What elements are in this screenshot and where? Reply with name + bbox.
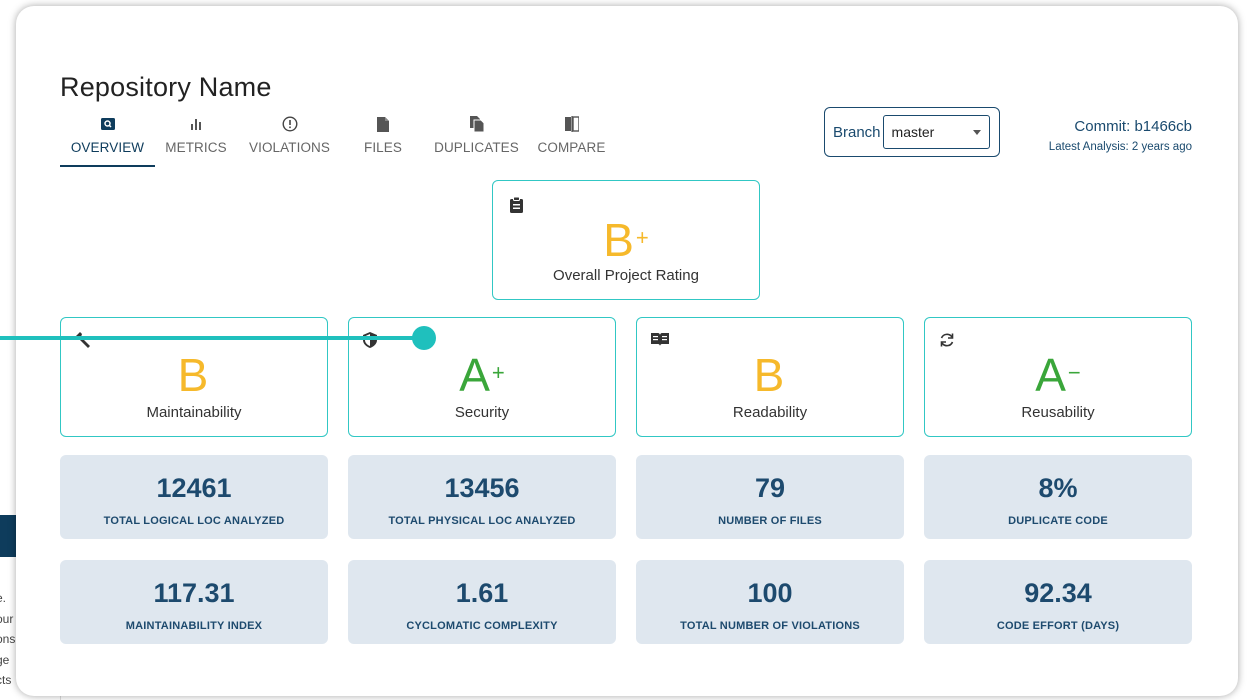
metric-card-violations: 100 TOTAL NUMBER OF VIOLATIONS bbox=[636, 560, 904, 644]
tab-label: METRICS bbox=[165, 140, 227, 155]
overall-rating-card: B+ Overall Project Rating bbox=[492, 180, 760, 300]
grade-modifier: + bbox=[491, 360, 505, 385]
metric-value: 12461 bbox=[156, 473, 232, 503]
branch-selector: Branch master bbox=[824, 107, 1000, 157]
tab-violations[interactable]: VIOLATIONS bbox=[237, 114, 342, 167]
alert-circle-icon bbox=[281, 114, 298, 134]
compare-icon bbox=[564, 114, 579, 134]
metric-label: CODE EFFORT (DAYS) bbox=[996, 620, 1120, 632]
metric-value: 92.34 bbox=[1024, 578, 1092, 608]
grade-modifier: − bbox=[1067, 360, 1081, 385]
grade-letter: B bbox=[753, 349, 785, 401]
tab-files[interactable]: FILES bbox=[342, 114, 424, 167]
overall-rating-label: Overall Project Rating bbox=[553, 267, 699, 284]
branch-value: master bbox=[891, 124, 935, 140]
grade-letter: A bbox=[1035, 349, 1066, 401]
metric-card-cyclomatic-complexity: 1.61 CYCLOMATIC COMPLEXITY bbox=[348, 560, 616, 644]
rating-label: Reusability bbox=[1021, 404, 1095, 421]
chevron-down-icon bbox=[972, 129, 981, 135]
metric-label: TOTAL PHYSICAL LOC ANALYZED bbox=[388, 515, 576, 527]
metric-value: 1.61 bbox=[455, 578, 509, 608]
grade: B bbox=[637, 352, 903, 398]
rating-label: Security bbox=[454, 404, 510, 421]
rating-card-security: A+ Security bbox=[348, 317, 616, 437]
metric-value: 8% bbox=[1038, 473, 1078, 503]
commit-hash: b1466cb bbox=[1134, 118, 1192, 135]
rating-card-readability: B Readability bbox=[636, 317, 904, 437]
metric-card-maintainability-index: 117.31 MAINTAINABILITY INDEX bbox=[60, 560, 328, 644]
grade: A+ bbox=[349, 352, 615, 398]
metric-card-duplicate-code: 8% DUPLICATE CODE bbox=[924, 455, 1192, 539]
file-icon bbox=[377, 114, 389, 134]
metric-value: 117.31 bbox=[153, 578, 235, 608]
rating-label: Maintainability bbox=[146, 404, 242, 421]
tab-overview[interactable]: OVERVIEW bbox=[60, 114, 155, 167]
tab-label: COMPARE bbox=[537, 140, 606, 155]
branch-dropdown[interactable]: master bbox=[882, 115, 990, 149]
tab-compare[interactable]: COMPARE bbox=[529, 114, 614, 167]
commit-info: Commit: b1466cb Latest Analysis: 2 years… bbox=[1049, 118, 1192, 153]
metric-label: MAINTAINABILITY INDEX bbox=[125, 620, 263, 632]
tab-label: OVERVIEW bbox=[70, 140, 145, 155]
metric-label: TOTAL NUMBER OF VIOLATIONS bbox=[680, 620, 860, 632]
rating-card-reusability: A− Reusability bbox=[924, 317, 1192, 437]
annotation-pointer-dot bbox=[412, 326, 436, 350]
metric-card-logical-loc: 12461 TOTAL LOGICAL LOC ANALYZED bbox=[60, 455, 328, 539]
overall-grade: B+ bbox=[493, 217, 759, 263]
tab-label: DUPLICATES bbox=[434, 140, 519, 155]
background-panel-header bbox=[0, 515, 16, 557]
commit-label: Commit: bbox=[1074, 118, 1131, 135]
grade-letter: A bbox=[459, 349, 490, 401]
book-icon bbox=[651, 332, 669, 351]
metric-label: NUMBER OF FILES bbox=[718, 515, 822, 527]
rating-card-maintainability: B Maintainability bbox=[60, 317, 328, 437]
metric-label: DUPLICATE CODE bbox=[1008, 515, 1108, 527]
metric-value: 13456 bbox=[444, 473, 520, 503]
tab-bar: OVERVIEW METRICS VIOLATIONS FILES DUPLIC… bbox=[60, 114, 614, 167]
tab-label: VIOLATIONS bbox=[248, 140, 331, 155]
commit-line: Commit: b1466cb bbox=[1049, 118, 1192, 135]
refresh-icon bbox=[939, 332, 955, 353]
metric-card-physical-loc: 13456 TOTAL PHYSICAL LOC ANALYZED bbox=[348, 455, 616, 539]
grade-letter: B bbox=[603, 214, 634, 266]
copy-icon bbox=[469, 114, 484, 134]
tab-duplicates[interactable]: DUPLICATES bbox=[424, 114, 529, 167]
metric-label: TOTAL LOGICAL LOC ANALYZED bbox=[103, 515, 285, 527]
metric-value: 100 bbox=[747, 578, 793, 608]
metric-card-file-count: 79 NUMBER OF FILES bbox=[636, 455, 904, 539]
grade-letter: B bbox=[177, 349, 209, 401]
clipboard-icon bbox=[510, 196, 523, 218]
grade-modifier: + bbox=[635, 225, 649, 250]
rating-label: Readability bbox=[732, 404, 808, 421]
latest-analysis: Latest Analysis: 2 years ago bbox=[1048, 141, 1192, 153]
metric-label: CYCLOMATIC COMPLEXITY bbox=[406, 620, 558, 632]
branch-label: Branch bbox=[833, 123, 881, 141]
metric-value: 79 bbox=[754, 473, 786, 503]
annotation-pointer-line bbox=[0, 336, 424, 340]
grade: A− bbox=[925, 352, 1191, 398]
tab-metrics[interactable]: METRICS bbox=[155, 114, 237, 167]
page-title: Repository Name bbox=[60, 72, 272, 102]
tab-label: FILES bbox=[363, 140, 402, 155]
grade: B bbox=[61, 352, 327, 398]
bar-chart-icon bbox=[190, 114, 202, 134]
metric-card-code-effort: 92.34 CODE EFFORT (DAYS) bbox=[924, 560, 1192, 644]
search-icon bbox=[100, 114, 115, 134]
